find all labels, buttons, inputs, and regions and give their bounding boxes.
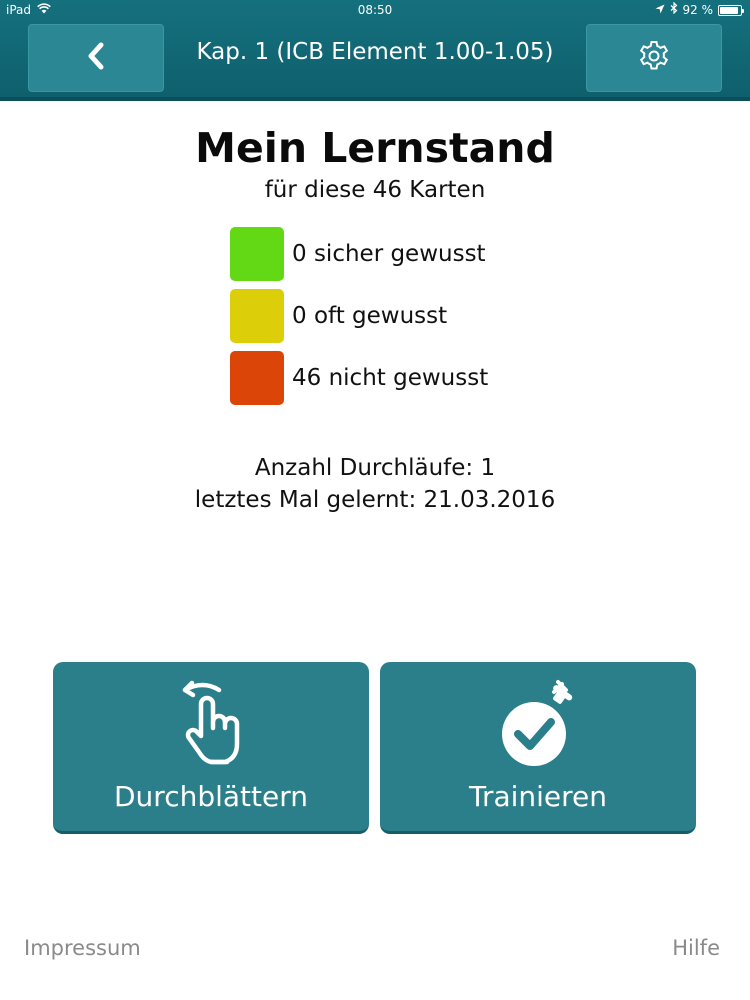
battery-icon: [718, 4, 744, 16]
legend-swatch-red: [230, 351, 284, 405]
progress-legend: 0 sicher gewusst 0 oft gewusst 46 nicht …: [230, 227, 488, 413]
legend-label: 0 sicher gewusst: [292, 241, 486, 267]
progress-title: Mein Lernstand: [195, 124, 555, 172]
legend-swatch-green: [230, 227, 284, 281]
page-title: Kap. 1 (ICB Element 1.00-1.05): [196, 39, 554, 65]
train-button[interactable]: Trainieren: [380, 662, 696, 834]
bluetooth-icon: [670, 0, 678, 20]
status-time: 08:50: [357, 3, 393, 17]
status-bar: iPad 08:50 92 %: [0, 0, 750, 20]
learning-stats: Anzahl Durchläufe: 1 letztes Mal gelernt…: [0, 452, 750, 516]
browse-button[interactable]: Durchblättern: [53, 662, 369, 834]
battery-level: [720, 6, 739, 14]
run-count: Anzahl Durchläufe: 1: [254, 455, 496, 481]
help-link[interactable]: Hilfe: [672, 936, 720, 960]
settings-button[interactable]: [586, 24, 722, 92]
legend-item-often: 0 oft gewusst: [230, 289, 488, 343]
location-arrow-icon: [655, 0, 665, 20]
legend-item-known: 0 sicher gewusst: [230, 227, 488, 281]
legend-item-unknown: 46 nicht gewusst: [230, 351, 488, 405]
progress-subtitle: für diese 46 Karten: [264, 177, 486, 203]
last-learned-date: letztes Mal gelernt: 21.03.2016: [194, 487, 556, 513]
header-bar: iPad 08:50 92 % Kap. 1 (ICB Element 1.00…: [0, 0, 750, 101]
stopwatch-check-icon: [496, 678, 580, 770]
browse-label: Durchblättern: [113, 780, 308, 813]
train-label: Trainieren: [468, 780, 608, 813]
gear-icon: [637, 39, 671, 77]
legend-swatch-yellow: [230, 289, 284, 343]
legend-label: 46 nicht gewusst: [292, 365, 489, 391]
battery-percent: 92 %: [682, 3, 714, 17]
back-button[interactable]: [28, 24, 164, 92]
legend-label: 0 oft gewusst: [292, 303, 448, 329]
chevron-left-icon: [86, 42, 106, 74]
impressum-link[interactable]: Impressum: [24, 936, 141, 960]
swipe-hand-icon: [171, 678, 251, 770]
